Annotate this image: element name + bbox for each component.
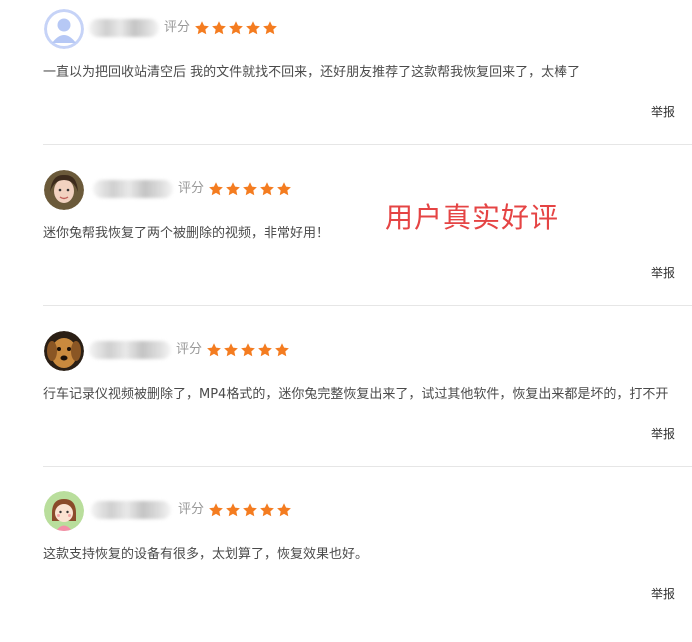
rating-label: 评分: [178, 502, 205, 517]
star-icon: [225, 181, 241, 197]
review-text: 迷你兔帮我恢复了两个被删除的视频，非常好用！: [43, 226, 330, 241]
star-icon: [276, 181, 292, 197]
star-icon: [242, 181, 258, 197]
report-link[interactable]: 举报: [651, 586, 675, 602]
star-icon: [228, 20, 244, 36]
star-rating: [208, 179, 293, 199]
star-icon: [242, 502, 258, 518]
review-item: 评分 行车记录仪视频被删除了，MP4格式的，迷你兔完整恢复出来了，试过其他软件，…: [43, 322, 692, 482]
divider: [43, 305, 692, 306]
star-icon: [262, 20, 278, 36]
review-item: 评分 这款支持恢复的设备有很多，太划算了，恢复效果也好。 举报: [43, 482, 692, 642]
star-icon: [240, 342, 256, 358]
overlay-title: 用户真实好评: [385, 201, 560, 234]
review-item: 评分 一直以为把回收站清空后 我的文件就找不回来，还好朋友推荐了这款帮我恢复回来…: [43, 0, 692, 160]
divider: [43, 466, 692, 467]
review-text: 这款支持恢复的设备有很多，太划算了，恢复效果也好。: [43, 547, 369, 562]
woman-photo-avatar-icon[interactable]: [44, 170, 84, 210]
dog-photo-avatar-icon[interactable]: [44, 331, 84, 371]
username-blurred: [89, 341, 171, 359]
star-icon: [259, 181, 275, 197]
report-link[interactable]: 举报: [651, 104, 675, 120]
star-icon: [206, 342, 222, 358]
star-icon: [208, 502, 224, 518]
star-rating: [194, 18, 279, 38]
star-icon: [259, 502, 275, 518]
review-item: 评分 迷你兔帮我恢复了两个被删除的视频，非常好用！ 举报: [43, 161, 692, 321]
star-icon: [194, 20, 210, 36]
default-person-avatar-icon[interactable]: [44, 9, 84, 49]
review-text: 一直以为把回收站清空后 我的文件就找不回来，还好朋友推荐了这款帮我恢复回来了，太…: [43, 65, 581, 80]
username-blurred: [91, 501, 171, 519]
review-text: 行车记录仪视频被删除了，MP4格式的，迷你兔完整恢复出来了，试过其他软件，恢复出…: [43, 387, 669, 402]
cartoon-girl-avatar-icon[interactable]: [44, 491, 84, 531]
star-icon: [274, 342, 290, 358]
report-link[interactable]: 举报: [651, 265, 675, 281]
star-icon: [223, 342, 239, 358]
star-icon: [208, 181, 224, 197]
username-blurred: [93, 180, 173, 198]
star-icon: [245, 20, 261, 36]
username-blurred: [89, 19, 159, 37]
report-link[interactable]: 举报: [651, 426, 675, 442]
star-icon: [225, 502, 241, 518]
star-icon: [276, 502, 292, 518]
star-icon: [211, 20, 227, 36]
divider: [43, 144, 692, 145]
rating-label: 评分: [164, 20, 191, 35]
rating-label: 评分: [178, 181, 205, 196]
rating-label: 评分: [176, 342, 203, 357]
star-rating: [206, 340, 291, 360]
star-rating: [208, 500, 293, 520]
star-icon: [257, 342, 273, 358]
